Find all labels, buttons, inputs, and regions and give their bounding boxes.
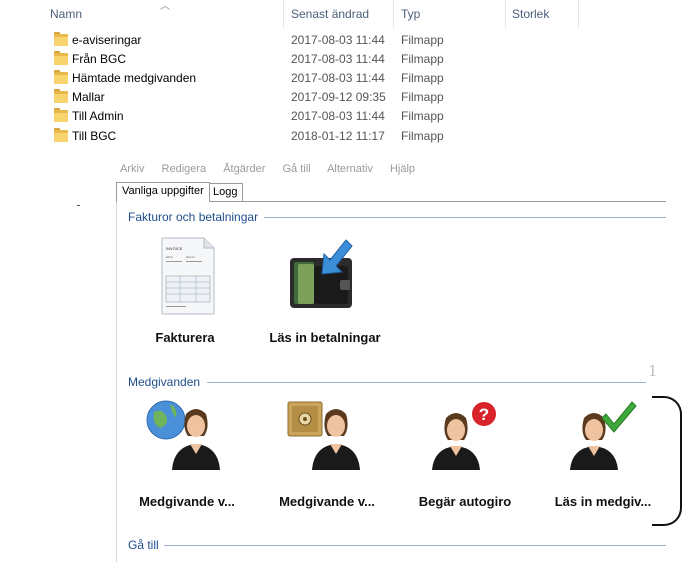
column-header-modified[interactable]: Senast ändrad bbox=[291, 0, 369, 28]
group-title-fakturor: Fakturor och betalningar bbox=[128, 210, 259, 224]
file-row[interactable]: Till Admin 2017-08-03 11:44 Filmapp bbox=[48, 107, 608, 126]
tile-label: Läs in betalningar bbox=[269, 330, 381, 345]
file-explorer-list: ︿ Namn Senast ändrad Typ Storlek e-avise… bbox=[0, 0, 698, 155]
sort-ascending-icon[interactable]: ︿ bbox=[160, 0, 170, 12]
person-safe-icon bbox=[287, 401, 360, 470]
column-header-type[interactable]: Typ bbox=[401, 0, 420, 28]
tile-label: Fakturera bbox=[155, 330, 215, 345]
menu-item-hjalp[interactable]: Hjälp bbox=[390, 163, 415, 175]
file-modified: 2018-01-12 11:17 bbox=[291, 129, 385, 143]
file-name: Till BGC bbox=[72, 129, 117, 143]
folder-icon bbox=[54, 128, 68, 142]
column-separator[interactable] bbox=[578, 0, 579, 28]
person-question-icon: ? bbox=[432, 400, 498, 470]
divider bbox=[77, 205, 80, 206]
invoice-icon: INVOICE bill to ship to bbox=[161, 237, 215, 315]
invoice-icon-title: INVOICE bbox=[166, 246, 183, 251]
column-header-size[interactable]: Storlek bbox=[512, 0, 549, 28]
folder-icon bbox=[54, 32, 68, 46]
file-row[interactable]: Till BGC 2018-01-12 11:17 Filmapp bbox=[48, 127, 608, 146]
tile-label: Medgivande v... bbox=[139, 494, 235, 509]
folder-icon bbox=[54, 108, 68, 122]
file-name: Från BGC bbox=[72, 52, 127, 66]
file-name: Till Admin bbox=[72, 109, 124, 123]
column-separator[interactable] bbox=[393, 0, 394, 28]
group-title-ga-till: Gå till bbox=[128, 538, 159, 552]
menu-item-alternativ[interactable]: Alternativ bbox=[327, 163, 373, 175]
tile-label: Begär autogiro bbox=[418, 494, 512, 509]
tile-label: Läs in medgiv... bbox=[554, 494, 652, 509]
file-row[interactable]: Mallar 2017-09-12 09:35 Filmapp bbox=[48, 88, 608, 107]
tab-logg[interactable]: Logg bbox=[207, 183, 244, 202]
person-globe-icon bbox=[146, 400, 220, 470]
file-modified: 2017-08-03 11:44 bbox=[291, 71, 385, 85]
file-modified: 2017-08-03 11:44 bbox=[291, 109, 385, 123]
file-type: Filmapp bbox=[401, 71, 444, 85]
menu-item-atgarder[interactable]: Åtgärder bbox=[223, 163, 265, 175]
wallet-import-icon bbox=[290, 239, 353, 308]
file-name: Hämtade medgivanden bbox=[72, 71, 197, 85]
tile-medgivande-1[interactable]: Medgivande v... bbox=[122, 398, 252, 516]
group-divider bbox=[164, 545, 666, 546]
file-type: Filmapp bbox=[401, 129, 444, 143]
file-row[interactable]: Från BGC 2017-08-03 11:44 Filmapp bbox=[48, 50, 608, 69]
group-divider bbox=[264, 217, 666, 218]
person-checkmark-icon bbox=[570, 401, 637, 470]
tab-strip: Vanliga uppgifter Logg bbox=[116, 180, 666, 202]
file-modified: 2017-08-03 11:44 bbox=[291, 52, 385, 66]
menu-bar: Arkiv Redigera Åtgärder Gå till Alternat… bbox=[120, 163, 429, 179]
menu-item-arkiv[interactable]: Arkiv bbox=[120, 163, 144, 175]
tile-las-in-medgivanden[interactable]: Läs in medgiv... bbox=[538, 398, 668, 516]
column-separator[interactable] bbox=[283, 0, 284, 28]
tile-label: Medgivande v... bbox=[279, 494, 375, 509]
invoice-icon-bill-to: bill to bbox=[166, 255, 173, 259]
invoice-icon-ship-to: ship to bbox=[186, 255, 195, 259]
folder-icon bbox=[54, 51, 68, 65]
file-type: Filmapp bbox=[401, 52, 444, 66]
column-header-name[interactable]: Namn bbox=[50, 0, 82, 28]
tab-vanliga-uppgifter[interactable]: Vanliga uppgifter bbox=[116, 182, 210, 202]
file-row[interactable]: Hämtade medgivanden 2017-08-03 11:44 Fil… bbox=[48, 69, 608, 88]
menu-item-redigera[interactable]: Redigera bbox=[162, 163, 207, 175]
file-type: Filmapp bbox=[401, 90, 444, 104]
file-modified: 2017-08-03 11:44 bbox=[291, 33, 385, 47]
group-divider bbox=[207, 382, 646, 383]
annotation-bracket bbox=[652, 396, 682, 526]
overlay-digit: 1 bbox=[648, 362, 658, 380]
file-type: Filmapp bbox=[401, 109, 444, 123]
menu-item-ga-till[interactable]: Gå till bbox=[282, 163, 310, 175]
file-name: Mallar bbox=[72, 90, 105, 104]
file-modified: 2017-09-12 09:35 bbox=[291, 90, 386, 104]
file-name: e-aviseringar bbox=[72, 33, 142, 47]
tile-begar-autogiro[interactable]: ? Begär autogiro bbox=[400, 398, 530, 516]
tile-medgivande-2[interactable]: Medgivande v... bbox=[262, 398, 392, 516]
folder-icon bbox=[54, 89, 68, 103]
file-type: Filmapp bbox=[401, 33, 444, 47]
group-title-medgivanden: Medgivanden bbox=[128, 375, 201, 389]
folder-icon bbox=[54, 70, 68, 84]
tile-fakturera[interactable]: INVOICE bill to ship to Fakturera bbox=[120, 236, 250, 351]
svg-text:?: ? bbox=[479, 405, 489, 424]
column-separator[interactable] bbox=[505, 0, 506, 28]
tile-las-in-betalningar[interactable]: Läs in betalningar bbox=[250, 236, 400, 351]
file-row[interactable]: e-aviseringar 2017-08-03 11:44 Filmapp bbox=[48, 31, 608, 50]
